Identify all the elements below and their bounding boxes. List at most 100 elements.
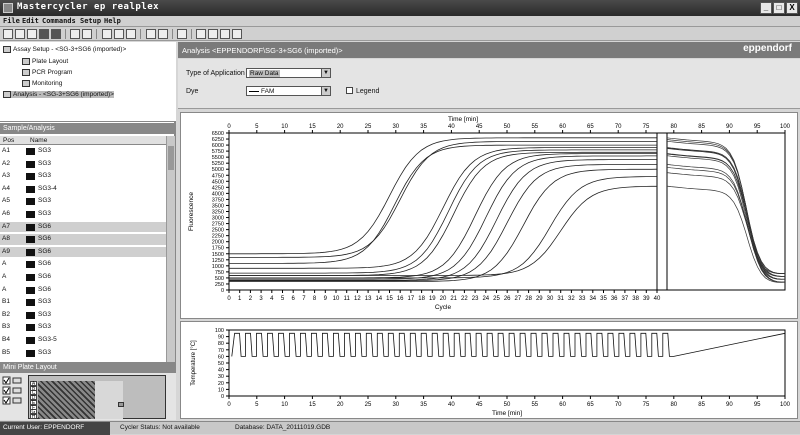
y-tick-label: 4000 xyxy=(212,191,224,197)
sample-row[interactable]: B3 SG3 xyxy=(0,322,166,333)
y-tick-label: 4500 xyxy=(212,179,224,185)
time-tick-label: 70 xyxy=(615,124,622,130)
new-plate-icon[interactable] xyxy=(15,29,25,39)
toolbar-divider xyxy=(140,29,141,39)
menu-setup[interactable]: Setup xyxy=(80,17,101,25)
open-icon[interactable] xyxy=(27,29,37,39)
x-tick-label: 23 xyxy=(472,296,479,302)
sample-row[interactable]: A3 SG3 xyxy=(0,171,166,182)
menu-edit[interactable]: Edit xyxy=(22,17,39,25)
cut-icon[interactable] xyxy=(102,29,112,39)
sample-row[interactable]: B5 SG3 xyxy=(0,348,166,359)
sample-pos: B3 xyxy=(2,323,10,331)
sample-row[interactable]: B2 SG3 xyxy=(0,310,166,321)
temp-x-tick-label: 50 xyxy=(504,402,511,408)
zoom-reset-icon[interactable] xyxy=(232,29,242,39)
sample-pos: A3 xyxy=(2,172,10,180)
sample-row[interactable]: A SG6 xyxy=(0,259,166,270)
sample-row[interactable]: B1 SG3 xyxy=(0,297,166,308)
time-tick-label: 40 xyxy=(448,124,455,130)
time-tick-label: 80 xyxy=(670,124,677,130)
tree-item-pcr-program[interactable]: PCR Program xyxy=(22,69,72,76)
sample-pos: A6 xyxy=(2,210,10,217)
copy-icon[interactable] xyxy=(114,29,124,39)
title-bar: Mastercycler ep realplex _ □ X xyxy=(0,0,800,16)
sample-pos: A xyxy=(2,260,7,268)
print-preview-icon[interactable] xyxy=(82,29,92,39)
tree-item-monitoring[interactable]: Monitoring xyxy=(22,80,62,87)
fluorescence-chart[interactable]: 0 1 2 3 4 5 6 7 8 9 10 11 12 13 14 15 16 17 18 19 20 21 22 23 24… xyxy=(181,113,797,318)
zoom-out-icon[interactable] xyxy=(220,29,230,39)
sample-row[interactable]: A SG6 xyxy=(0,272,166,283)
y-tick-label: 3500 xyxy=(212,203,224,209)
x-tick-label: 24 xyxy=(482,296,489,302)
time-axis-title: Time [min] xyxy=(448,116,478,123)
col-name[interactable]: Name xyxy=(30,137,47,144)
sample-color-swatch xyxy=(26,324,35,332)
menu-help[interactable]: Help xyxy=(104,17,121,25)
paste-icon[interactable] xyxy=(126,29,136,39)
pointer-icon[interactable] xyxy=(196,29,206,39)
zoom-in-icon[interactable] xyxy=(208,29,218,39)
sample-row[interactable]: A6 SG3 xyxy=(0,209,166,220)
list-icon[interactable] xyxy=(146,29,156,39)
sample-row[interactable]: A9 SG6 xyxy=(0,246,166,258)
tree-item-analysis[interactable]: Analysis - <SG-3+SG6 (imported)> xyxy=(3,91,114,99)
save-icon[interactable] xyxy=(51,29,61,39)
sample-color-swatch xyxy=(26,349,35,357)
plate-grid[interactable]: ABCDEFGH xyxy=(28,375,166,419)
temperature-chart[interactable]: 0 5 10 15 20 25 30 35 40 45 50 55 60 65 70 75 80 85 90 95 10… xyxy=(181,322,797,418)
analysis-options: Type of Application Raw Data ▼ Dye FAM ▼… xyxy=(178,59,800,109)
selected-well[interactable] xyxy=(118,402,124,407)
scroll-thumb[interactable] xyxy=(168,146,174,170)
x-tick-label: 5 xyxy=(281,296,285,302)
type-of-application-label: Type of Application xyxy=(186,70,245,77)
sample-name: SG3 xyxy=(38,348,52,356)
sample-pos: A5 xyxy=(2,197,10,205)
menu-file[interactable]: File xyxy=(3,17,20,25)
time-tick-label: 15 xyxy=(309,124,316,130)
x-tick-label: 13 xyxy=(365,296,372,302)
toolbar xyxy=(0,27,800,41)
sample-pos: A1 xyxy=(2,147,10,154)
temp-y-tick-label: 100 xyxy=(215,328,224,334)
legend-checkbox[interactable] xyxy=(346,87,353,94)
close-button[interactable]: X xyxy=(786,2,798,14)
sample-row[interactable]: B4 SG3-5 xyxy=(0,335,166,346)
type-of-application-select[interactable]: Raw Data ▼ xyxy=(246,68,331,78)
run-icon[interactable] xyxy=(158,29,168,39)
menu-commands[interactable]: Commands xyxy=(42,17,76,25)
tree-item-plate-layout[interactable]: Plate Layout xyxy=(22,58,68,65)
info-icon[interactable] xyxy=(177,29,187,39)
analysis-header: Analysis <EPPENDORF\SG-3+SG6 (imported)>… xyxy=(178,42,800,58)
print-icon[interactable] xyxy=(70,29,80,39)
open-folder-icon[interactable] xyxy=(39,29,49,39)
col-pos[interactable]: Pos xyxy=(3,137,14,144)
temp-x-tick-label: 0 xyxy=(227,402,231,408)
time-tick-label: 5 xyxy=(255,124,259,130)
sample-list-scrollbar[interactable] xyxy=(166,136,175,362)
sample-row[interactable]: A1 SG3 xyxy=(0,146,166,157)
temperature-chart-panel: 0 5 10 15 20 25 30 35 40 45 50 55 60 65 70 75 80 85 90 95 10… xyxy=(180,321,798,419)
new-icon[interactable] xyxy=(3,29,13,39)
temp-x-axis-title: Time [min] xyxy=(492,410,522,417)
y-tick-label: 4250 xyxy=(212,185,224,191)
sample-row[interactable]: A8 SG6 xyxy=(0,234,166,245)
x-tick-label: 14 xyxy=(375,296,382,302)
temp-x-tick-label: 10 xyxy=(281,402,288,408)
sample-row[interactable]: A2 SG3 xyxy=(0,159,166,170)
sample-row[interactable]: A7 SG6 xyxy=(0,221,166,233)
status-database: Database: DATA_20111019.GDB xyxy=(235,424,331,431)
temp-y-tick-label: 30 xyxy=(218,374,224,380)
x-tick-label: 0 xyxy=(227,296,231,302)
maximize-button[interactable]: □ xyxy=(773,2,785,14)
tree-root[interactable]: Assay Setup - <SG-3+SG6 (imported)> xyxy=(3,46,126,53)
sample-row[interactable]: A SG6 xyxy=(0,285,166,296)
minimize-button[interactable]: _ xyxy=(760,2,772,14)
plate-row-label[interactable]: H xyxy=(30,413,37,419)
dye-select[interactable]: FAM ▼ xyxy=(246,86,331,96)
sample-row[interactable]: A5 SG3 xyxy=(0,196,166,207)
sample-row[interactable]: A4 SG3-4 xyxy=(0,184,166,195)
sample-name: SG3 xyxy=(38,323,52,331)
x-tick-label: 27 xyxy=(515,296,522,302)
